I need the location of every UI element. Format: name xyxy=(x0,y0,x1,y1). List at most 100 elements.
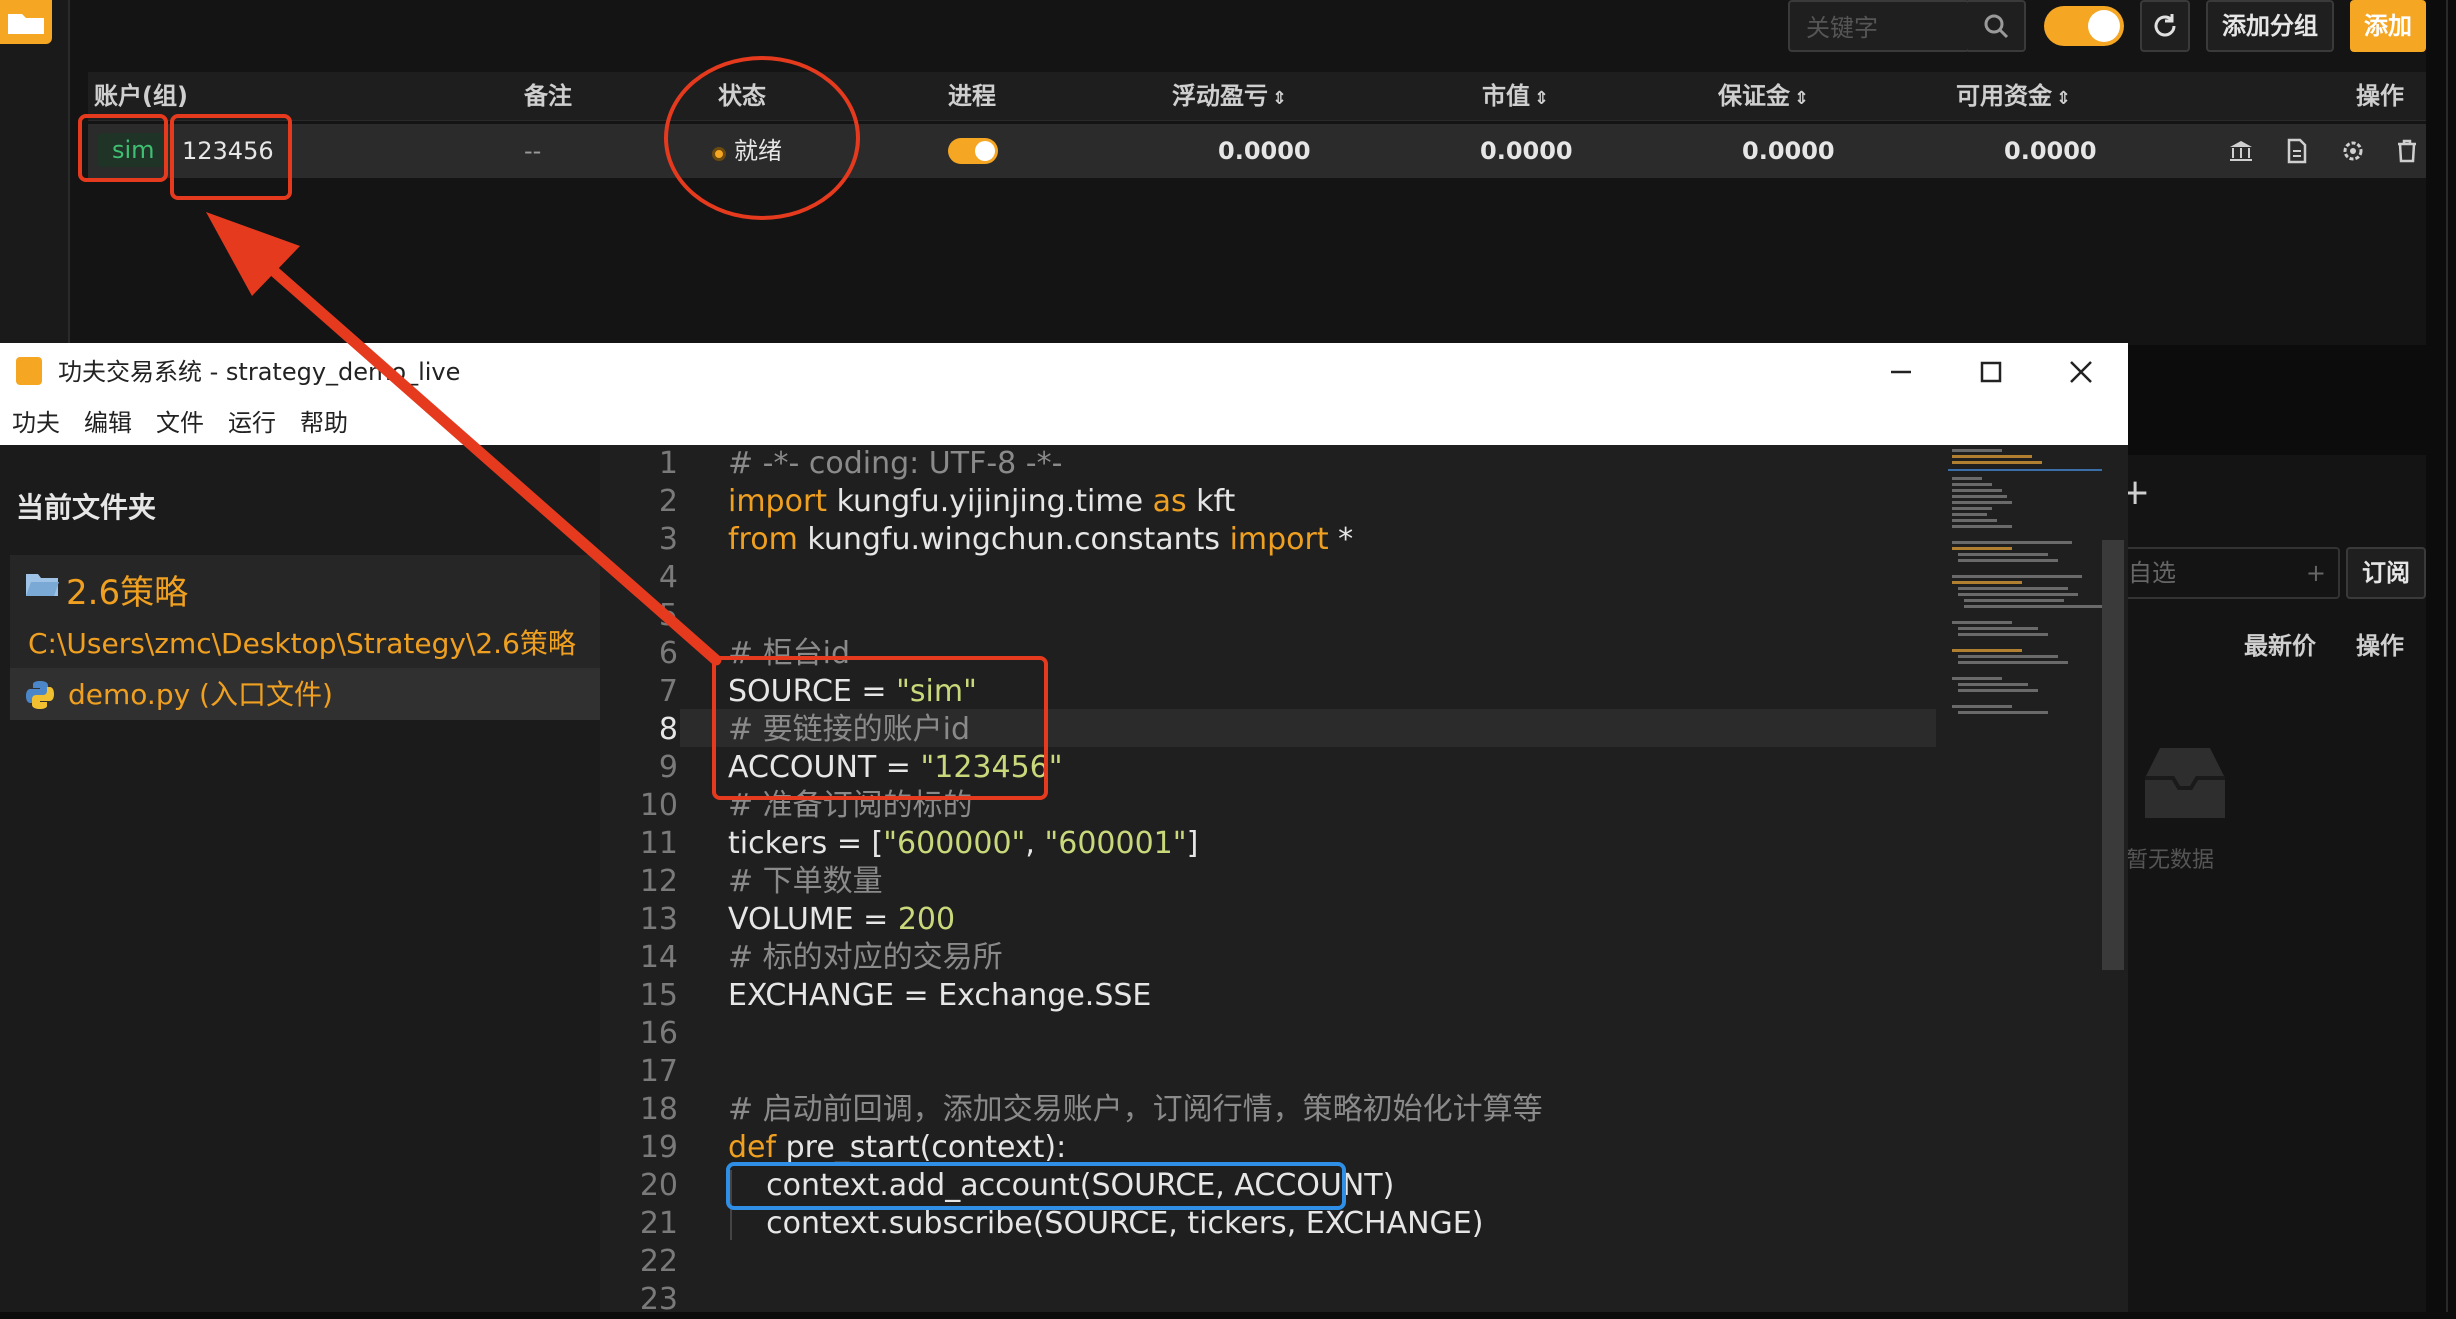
nav-corner-tab[interactable] xyxy=(0,0,52,44)
col-account[interactable]: 账户(组) xyxy=(94,72,188,120)
code-line[interactable]: 4 xyxy=(0,559,1440,597)
vertical-scrollbar[interactable] xyxy=(2102,540,2124,970)
add-button[interactable]: 添加 xyxy=(2350,0,2426,52)
code-text: import kungfu.yijinjing.time as kft xyxy=(728,483,1235,521)
col-available-label: 可用资金 xyxy=(1956,82,2052,110)
menu-kungfu[interactable]: 功夫 xyxy=(12,401,60,445)
market-value-value: 0.0000 xyxy=(1480,137,1573,165)
left-nav-strip xyxy=(0,0,70,345)
line-number: 19 xyxy=(639,1130,678,1165)
code-line[interactable]: 14 # 标的对应的交易所 xyxy=(0,939,1440,977)
maximize-button[interactable] xyxy=(1956,343,2026,401)
process-toggle[interactable] xyxy=(948,138,998,164)
line-number: 6 xyxy=(658,636,678,671)
search-button[interactable] xyxy=(1968,0,2026,52)
sort-icon[interactable]: ⇕ xyxy=(2056,88,2071,109)
code-text: VOLUME = 200 xyxy=(728,901,955,939)
code-token: kungfu.yijinjing.time xyxy=(827,484,1153,519)
sort-icon[interactable]: ⇕ xyxy=(1534,88,1549,109)
trash-icon[interactable] xyxy=(2394,138,2420,164)
empty-text: 暂无数据 xyxy=(2126,848,2215,873)
col-margin[interactable]: 保证金 ⇕ xyxy=(1718,72,1809,120)
line-number: 5 xyxy=(658,598,678,633)
code-line[interactable]: 13 VOLUME = 200 xyxy=(0,901,1440,939)
line-number: 1 xyxy=(658,446,678,481)
code-line[interactable]: 22 xyxy=(0,1243,1440,1281)
col-note: 备注 xyxy=(524,82,572,110)
code-text: from kungfu.wingchun.constants import * xyxy=(728,521,1353,559)
refresh-icon xyxy=(2154,14,2176,37)
plus-icon[interactable]: + xyxy=(2306,549,2326,597)
code-minimap[interactable] xyxy=(1948,445,2102,745)
code-line[interactable]: 1 # -*- coding: UTF-8 -*- xyxy=(0,445,1440,483)
gear-icon[interactable] xyxy=(2340,138,2366,164)
code-line[interactable]: 5 xyxy=(0,597,1440,635)
sort-icon[interactable]: ⇕ xyxy=(1272,88,1287,109)
line-number: 12 xyxy=(639,864,678,899)
line-number: 7 xyxy=(658,674,678,709)
watchlist-input[interactable]: 自选 + xyxy=(2120,547,2340,599)
col-market-value[interactable]: 市值 ⇕ xyxy=(1482,72,1549,120)
margin-value: 0.0000 xyxy=(1742,137,1835,165)
col-market-value-label: 市值 xyxy=(1482,82,1530,110)
line-number: 16 xyxy=(639,1016,678,1051)
code-line[interactable]: 11 tickers = ["600000", "600001"] xyxy=(0,825,1440,863)
subscribe-button[interactable]: 订阅 xyxy=(2346,547,2426,599)
code-token: # -*- coding: UTF-8 -*- xyxy=(728,446,1063,481)
annotation-circle-status xyxy=(664,56,860,220)
menu-edit[interactable]: 编辑 xyxy=(84,401,132,445)
code-line[interactable]: 23 xyxy=(0,1281,1440,1319)
sort-icon[interactable]: ⇕ xyxy=(1794,88,1809,109)
code-line[interactable]: 16 xyxy=(0,1015,1440,1053)
add-group-button[interactable]: 添加分组 xyxy=(2206,0,2334,52)
menu-help[interactable]: 帮助 xyxy=(300,401,348,445)
window-title: 功夫交易系统 - strategy_demo_live xyxy=(58,358,461,386)
close-button[interactable] xyxy=(2046,343,2116,401)
document-icon[interactable] xyxy=(2284,138,2310,164)
watchlist-placeholder: 自选 xyxy=(2128,559,2176,587)
annotation-box-account xyxy=(170,114,292,200)
code-text: # -*- coding: UTF-8 -*- xyxy=(728,445,1062,483)
empty-inbox-icon xyxy=(2145,748,2225,818)
code-token: ] xyxy=(1186,826,1199,861)
code-token: import xyxy=(728,484,828,519)
code-line[interactable]: 21 context.subscribe(SOURCE, tickers, EX… xyxy=(0,1205,1484,1243)
line-number: 21 xyxy=(639,1206,678,1241)
code-line[interactable]: 12 # 下单数量 xyxy=(0,863,1440,901)
code-line[interactable]: 18 # 启动前回调，添加交易账户，订阅行情，策略初始化计算等 xyxy=(0,1091,1543,1129)
line-number: 11 xyxy=(639,826,678,861)
col-available[interactable]: 可用资金 ⇕ xyxy=(1956,72,2071,120)
code-token: def xyxy=(728,1130,777,1165)
col-market-actions: 操作 xyxy=(2356,632,2404,660)
close-icon xyxy=(2070,361,2092,383)
menu-file[interactable]: 文件 xyxy=(156,401,204,445)
search-input[interactable]: 关键字 xyxy=(1788,0,1970,52)
maximize-icon xyxy=(1980,361,2002,383)
code-token: tickers = [ xyxy=(728,826,884,861)
refresh-button[interactable] xyxy=(2140,0,2190,52)
line-number: 10 xyxy=(639,788,678,823)
col-latest-price: 最新价 xyxy=(2244,632,2316,660)
code-line[interactable]: 3 from kungfu.wingchun.constants import * xyxy=(0,521,1440,559)
minimize-button[interactable] xyxy=(1866,343,1936,401)
line-number: 18 xyxy=(639,1092,678,1127)
code-text: context.subscribe(SOURCE, tickers, EXCHA… xyxy=(728,1205,1483,1243)
float-pnl-value: 0.0000 xyxy=(1218,137,1311,165)
master-toggle[interactable] xyxy=(2044,6,2124,46)
col-float-pnl-label: 浮动盈亏 xyxy=(1172,82,1268,110)
line-number: 8 xyxy=(658,712,678,747)
annotation-box-source xyxy=(78,114,168,182)
code-line[interactable]: 2 import kungfu.yijinjing.time as kft xyxy=(0,483,1440,521)
code-token: "600000" xyxy=(883,826,1026,861)
account-row[interactable]: sim 123456 -- 就绪 0.0000 0.0000 0.0000 0.… xyxy=(88,124,2426,178)
code-line[interactable]: 15 EXCHANGE = Exchange.SSE xyxy=(0,977,1440,1015)
code-token: # 标的对应的交易所 xyxy=(728,940,1003,975)
code-line[interactable]: 17 xyxy=(0,1053,1440,1091)
col-float-pnl[interactable]: 浮动盈亏 ⇕ xyxy=(1172,72,1287,120)
bank-icon[interactable] xyxy=(2228,138,2254,164)
code-token: from xyxy=(728,522,798,557)
col-margin-label: 保证金 xyxy=(1718,82,1790,110)
col-actions: 操作 xyxy=(2356,82,2404,110)
menu-run[interactable]: 运行 xyxy=(228,401,276,445)
code-token: 200 xyxy=(897,902,956,937)
